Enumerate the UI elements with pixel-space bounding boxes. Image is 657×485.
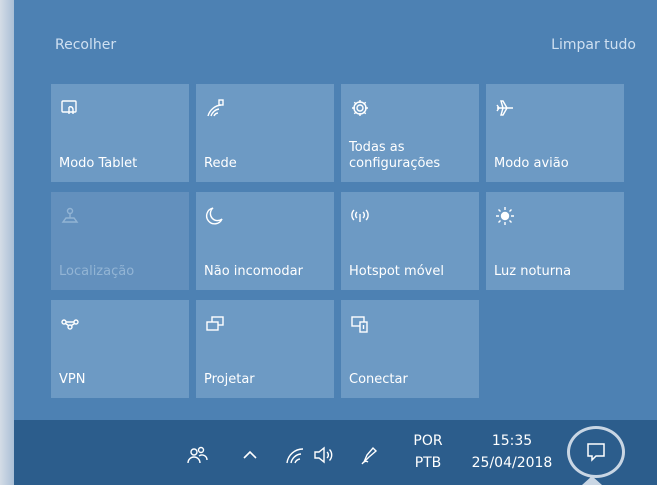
notification-icon	[584, 440, 608, 464]
tile-label: Hotspot móvel	[349, 264, 444, 279]
airplane-icon	[494, 97, 516, 119]
quick-actions-grid: Modo Tablet Rede Todas as configurações …	[51, 84, 624, 398]
volume-icon[interactable]	[312, 444, 334, 466]
clock-time: 15:35	[491, 433, 533, 449]
tile-all-settings[interactable]: Todas as configurações	[341, 84, 479, 182]
people-icon[interactable]	[186, 444, 208, 466]
input-language-indicator[interactable]: POR PTB	[406, 430, 450, 474]
brightness-icon	[494, 205, 516, 227]
action-center-button[interactable]	[567, 426, 625, 478]
tile-project[interactable]: Projetar	[196, 300, 334, 398]
pointer-arrow	[582, 476, 602, 485]
tile-label: Luz noturna	[494, 264, 572, 279]
tile-location[interactable]: Localização	[51, 192, 189, 290]
tile-label: Modo Tablet	[59, 156, 138, 171]
tile-label: VPN	[59, 372, 86, 387]
tile-label: Todas as configurações	[349, 140, 441, 171]
tile-label: Modo avião	[494, 156, 569, 171]
tile-label: Localização	[59, 264, 135, 279]
language-code: POR	[413, 433, 443, 449]
taskbar: POR PTB 15:35 25/04/2018	[14, 420, 657, 485]
tile-airplane-mode[interactable]: Modo avião	[486, 84, 624, 182]
desktop-edge	[0, 0, 14, 485]
location-icon	[59, 205, 81, 227]
gear-icon	[349, 97, 371, 119]
wifi-icon[interactable]	[284, 444, 306, 466]
tile-label: Conectar	[349, 372, 408, 387]
tile-mobile-hotspot[interactable]: Hotspot móvel	[341, 192, 479, 290]
tile-label: Projetar	[204, 372, 255, 387]
tile-label: Não incomodar	[204, 264, 303, 279]
tile-tablet-mode[interactable]: Modo Tablet	[51, 84, 189, 182]
action-center-panel: Recolher Limpar tudo Modo Tablet Rede To…	[14, 0, 657, 420]
project-icon	[204, 313, 226, 335]
clock-date: 25/04/2018	[471, 455, 553, 471]
tile-night-light[interactable]: Luz noturna	[486, 192, 624, 290]
tile-label: Rede	[204, 156, 237, 171]
keyboard-layout-code: PTB	[414, 455, 442, 471]
tile-vpn[interactable]: VPN	[51, 300, 189, 398]
tile-connect[interactable]: Conectar	[341, 300, 479, 398]
clock[interactable]: 15:35 25/04/2018	[462, 430, 562, 474]
vpn-icon	[59, 313, 81, 335]
network-icon	[204, 97, 226, 119]
moon-icon	[204, 205, 226, 227]
pen-icon[interactable]	[359, 444, 381, 466]
tile-do-not-disturb[interactable]: Não incomodar	[196, 192, 334, 290]
chevron-up-icon[interactable]	[239, 444, 261, 466]
collapse-link[interactable]: Recolher	[55, 37, 116, 53]
hotspot-icon	[349, 205, 371, 227]
clear-all-link[interactable]: Limpar tudo	[551, 37, 636, 53]
tablet-mode-icon	[59, 97, 81, 119]
tile-network[interactable]: Rede	[196, 84, 334, 182]
connect-icon	[349, 313, 371, 335]
